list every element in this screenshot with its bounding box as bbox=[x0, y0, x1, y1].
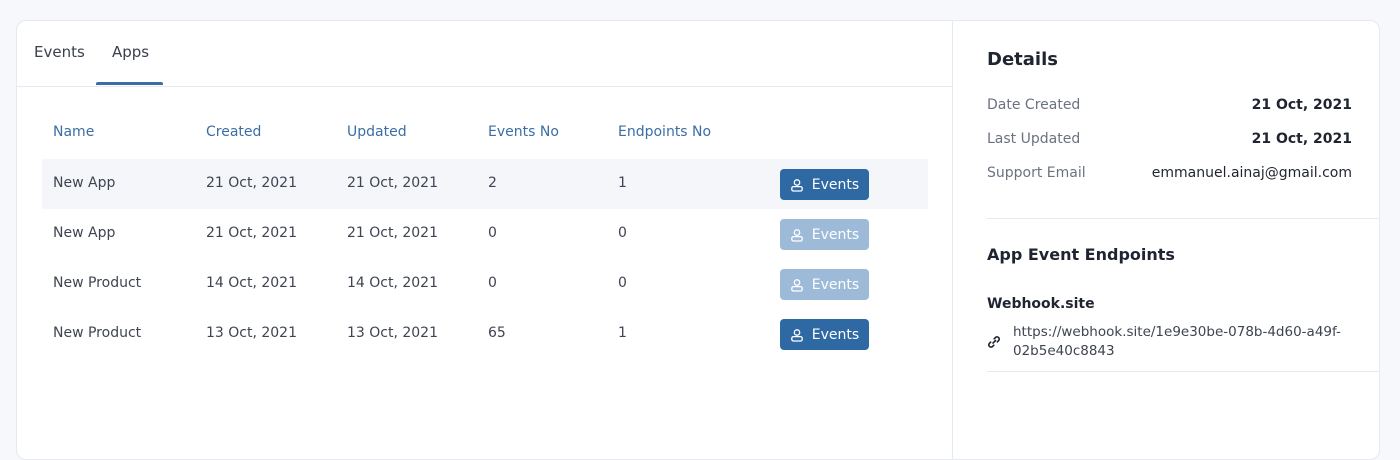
details-title: Details bbox=[987, 49, 1058, 70]
column-header-created[interactable]: Created bbox=[206, 124, 261, 140]
user-icon bbox=[790, 278, 804, 292]
app-name: New App bbox=[53, 175, 116, 191]
endpoint-divider bbox=[987, 371, 1379, 372]
endpoints-count: 0 bbox=[618, 275, 627, 291]
created-date: 13 Oct, 2021 bbox=[206, 325, 297, 341]
table-header: Name Created Updated Events No Endpoints… bbox=[42, 124, 928, 146]
view-events-label: Events bbox=[811, 326, 860, 343]
endpoint-name: Webhook.site bbox=[987, 296, 1095, 312]
active-tab-indicator bbox=[96, 82, 163, 85]
updated-date: 21 Oct, 2021 bbox=[347, 175, 438, 191]
events-count: 2 bbox=[488, 175, 497, 191]
column-header-events-no[interactable]: Events No bbox=[488, 124, 559, 140]
link-icon bbox=[987, 334, 1001, 353]
date-created-row: Date Created 21 Oct, 2021 bbox=[987, 97, 1352, 117]
apps-list-pane: Events Apps Name Created Updated Events … bbox=[17, 21, 953, 459]
date-created-label: Date Created bbox=[987, 97, 1081, 113]
tab-apps[interactable]: Apps bbox=[112, 43, 149, 61]
last-updated-label: Last Updated bbox=[987, 131, 1081, 147]
column-header-name[interactable]: Name bbox=[53, 124, 94, 140]
column-header-endpoints-no[interactable]: Endpoints No bbox=[618, 124, 711, 140]
view-events-button[interactable]: Events bbox=[780, 269, 869, 300]
user-icon bbox=[790, 178, 804, 192]
tab-bar: Events Apps bbox=[17, 21, 952, 87]
view-events-label: Events bbox=[811, 226, 860, 243]
endpoints-title: App Event Endpoints bbox=[987, 245, 1175, 264]
user-icon bbox=[790, 228, 804, 242]
app-panel: Events Apps Name Created Updated Events … bbox=[16, 20, 1380, 460]
details-pane: Details Date Created 21 Oct, 2021 Last U… bbox=[953, 21, 1379, 459]
date-created-value: 21 Oct, 2021 bbox=[1251, 97, 1352, 113]
app-name: New Product bbox=[53, 325, 142, 341]
events-count: 0 bbox=[488, 225, 497, 241]
updated-date: 13 Oct, 2021 bbox=[347, 325, 438, 341]
view-events-button[interactable]: Events bbox=[780, 319, 869, 350]
events-count: 65 bbox=[488, 325, 506, 341]
endpoint-url[interactable]: https://webhook.site/1e9e30be-078b-4d60-… bbox=[1013, 323, 1343, 361]
view-events-label: Events bbox=[811, 176, 860, 193]
updated-date: 21 Oct, 2021 bbox=[347, 225, 438, 241]
endpoints-count: 1 bbox=[618, 325, 627, 341]
support-email-label: Support Email bbox=[987, 165, 1086, 181]
table-row[interactable]: New App 21 Oct, 2021 21 Oct, 2021 0 0 Ev… bbox=[42, 209, 928, 259]
last-updated-row: Last Updated 21 Oct, 2021 bbox=[987, 131, 1352, 151]
created-date: 14 Oct, 2021 bbox=[206, 275, 297, 291]
column-header-updated[interactable]: Updated bbox=[347, 124, 407, 140]
endpoints-count: 1 bbox=[618, 175, 627, 191]
table-row[interactable]: New Product 14 Oct, 2021 14 Oct, 2021 0 … bbox=[42, 259, 928, 309]
table-row[interactable]: New Product 13 Oct, 2021 13 Oct, 2021 65… bbox=[42, 309, 928, 359]
support-email-value[interactable]: emmanuel.ainaj@gmail.com bbox=[1152, 165, 1352, 181]
details-divider bbox=[987, 218, 1379, 219]
created-date: 21 Oct, 2021 bbox=[206, 175, 297, 191]
user-icon bbox=[790, 328, 804, 342]
app-name: New Product bbox=[53, 275, 142, 291]
view-events-label: Events bbox=[811, 276, 860, 293]
endpoints-count: 0 bbox=[618, 225, 627, 241]
app-name: New App bbox=[53, 225, 116, 241]
table-row[interactable]: New App 21 Oct, 2021 21 Oct, 2021 2 1 Ev… bbox=[42, 159, 928, 209]
view-events-button[interactable]: Events bbox=[780, 219, 869, 250]
support-email-row: Support Email emmanuel.ainaj@gmail.com bbox=[987, 165, 1352, 185]
view-events-button[interactable]: Events bbox=[780, 169, 869, 200]
created-date: 21 Oct, 2021 bbox=[206, 225, 297, 241]
events-count: 0 bbox=[488, 275, 497, 291]
updated-date: 14 Oct, 2021 bbox=[347, 275, 438, 291]
tab-events[interactable]: Events bbox=[34, 43, 85, 61]
last-updated-value: 21 Oct, 2021 bbox=[1251, 131, 1352, 147]
